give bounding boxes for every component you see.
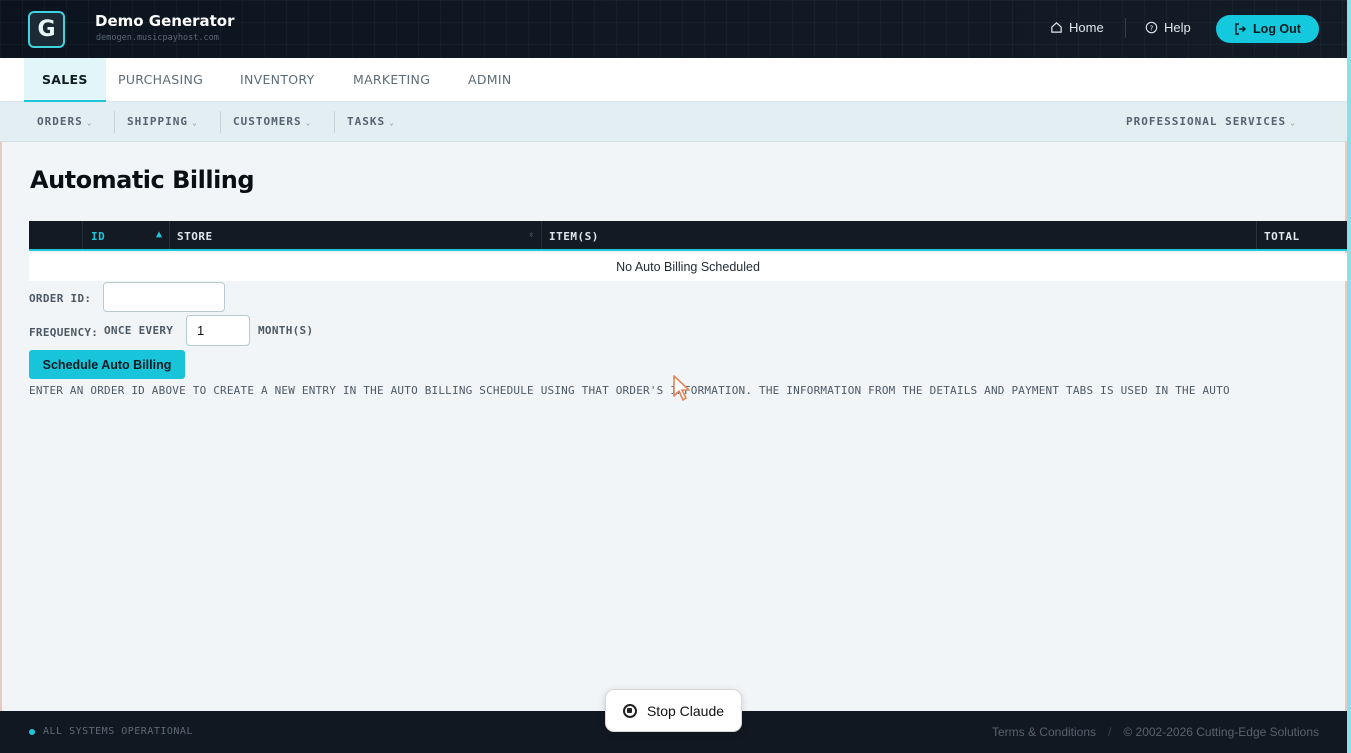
subnav-shipping[interactable]: SHIPPING ⌄ xyxy=(127,115,198,128)
brand-title: Demo Generator xyxy=(95,12,235,30)
column-divider xyxy=(1256,221,1257,249)
terms-link[interactable]: Terms & Conditions xyxy=(992,725,1096,739)
subnav-customers-label: CUSTOMERS xyxy=(233,115,302,128)
app-window: G Demo Generator demogen.musicpayhost.co… xyxy=(0,0,1347,753)
primary-tabs: SALES PURCHASING INVENTORY MARKETING ADM… xyxy=(0,58,1347,102)
help-icon: ? xyxy=(1145,21,1158,34)
column-items-label: ITEM(S) xyxy=(549,230,599,243)
mouse-cursor-icon xyxy=(673,375,690,401)
tab-sales[interactable]: SALES xyxy=(24,58,106,102)
chevron-down-icon: ⌄ xyxy=(1290,118,1296,127)
frequency-label: FREQUENCY: xyxy=(29,326,99,339)
table-header: ID ▲ STORE ⇳ ITEM(S) TOTAL xyxy=(29,221,1347,251)
order-id-input[interactable] xyxy=(103,282,225,312)
column-id-label: ID xyxy=(91,230,106,243)
once-every-label: ONCE EVERY xyxy=(104,324,174,337)
subnav-divider xyxy=(334,111,335,133)
brand-logo-icon[interactable]: G xyxy=(28,11,65,48)
subnav-orders[interactable]: ORDERS ⌄ xyxy=(37,115,93,128)
chevron-down-icon: ⌄ xyxy=(389,118,395,127)
stop-claude-button[interactable]: Stop Claude xyxy=(605,689,742,732)
status-indicator-icon xyxy=(29,729,35,735)
logout-button[interactable]: Log Out xyxy=(1216,15,1319,43)
copyright: © 2002-2026 Cutting-Edge Solutions xyxy=(1123,725,1319,739)
secondary-nav: ORDERS ⌄ SHIPPING ⌄ CUSTOMERS ⌄ TASKS ⌄ PROF… xyxy=(0,102,1347,142)
logout-icon xyxy=(1235,23,1247,35)
footer-links: Terms & Conditions / © 2002-2026 Cutting-E… xyxy=(992,725,1319,739)
subnav-tasks-label: TASKS xyxy=(347,115,386,128)
column-divider xyxy=(169,221,170,249)
sort-ascending-icon[interactable]: ▲ xyxy=(156,229,163,240)
help-link[interactable]: ? Help xyxy=(1145,20,1191,35)
column-header-total[interactable]: TOTAL xyxy=(1264,230,1300,243)
home-label: Home xyxy=(1069,20,1104,35)
column-header-id[interactable]: ID xyxy=(91,230,105,243)
brand-domain: demogen.musicpayhost.com xyxy=(96,33,219,43)
table-empty-message: No Auto Billing Scheduled xyxy=(29,253,1347,281)
help-label: Help xyxy=(1164,20,1191,35)
order-id-label: ORDER ID: xyxy=(29,292,92,305)
help-text: ENTER AN ORDER ID ABOVE TO CREATE A NEW … xyxy=(29,384,1230,397)
home-link[interactable]: Home xyxy=(1050,20,1104,35)
sort-icon[interactable]: ⇳ xyxy=(529,230,534,239)
system-status: ALL SYSTEMS OPERATIONAL xyxy=(43,726,193,737)
subnav-professional-services-label: PROFESSIONAL SERVICES xyxy=(1126,115,1287,128)
subnav-shipping-label: SHIPPING xyxy=(127,115,188,128)
subnav-divider xyxy=(114,111,115,133)
header-divider xyxy=(1125,18,1126,38)
column-header-items[interactable]: ITEM(S) xyxy=(549,230,599,243)
footer-separator: / xyxy=(1108,725,1112,739)
tab-purchasing[interactable]: PURCHASING xyxy=(118,58,203,102)
home-icon xyxy=(1051,22,1062,33)
months-input[interactable] xyxy=(186,315,250,346)
chevron-down-icon: ⌄ xyxy=(305,118,312,127)
months-unit-label: MONTH(S) xyxy=(258,324,314,337)
subnav-tasks[interactable]: TASKS ⌄ xyxy=(347,115,395,128)
column-header-store[interactable]: STORE xyxy=(177,230,213,243)
tab-admin[interactable]: ADMIN xyxy=(468,58,512,102)
tab-inventory[interactable]: INVENTORY xyxy=(240,58,315,102)
column-store-label: STORE xyxy=(177,230,213,243)
top-header: G Demo Generator demogen.musicpayhost.co… xyxy=(0,0,1347,58)
chevron-down-icon: ⌄ xyxy=(191,118,198,127)
subnav-customers[interactable]: CUSTOMERS ⌄ xyxy=(233,115,311,128)
subnav-orders-label: ORDERS xyxy=(37,115,83,128)
tab-marketing[interactable]: MARKETING xyxy=(353,58,430,102)
column-divider xyxy=(82,221,83,249)
subnav-professional-services[interactable]: PROFESSIONAL SERVICES ⌄ xyxy=(1126,115,1296,128)
subnav-divider xyxy=(220,111,221,133)
stop-icon xyxy=(622,703,637,718)
logout-label: Log Out xyxy=(1253,22,1301,36)
column-divider xyxy=(541,221,542,249)
stop-claude-label: Stop Claude xyxy=(646,702,725,719)
svg-text:?: ? xyxy=(1150,23,1154,32)
schedule-auto-billing-button[interactable]: Schedule Auto Billing xyxy=(29,350,185,379)
page-title: Automatic Billing xyxy=(30,166,255,194)
column-total-label: TOTAL xyxy=(1264,230,1300,243)
chevron-down-icon: ⌄ xyxy=(86,118,93,127)
